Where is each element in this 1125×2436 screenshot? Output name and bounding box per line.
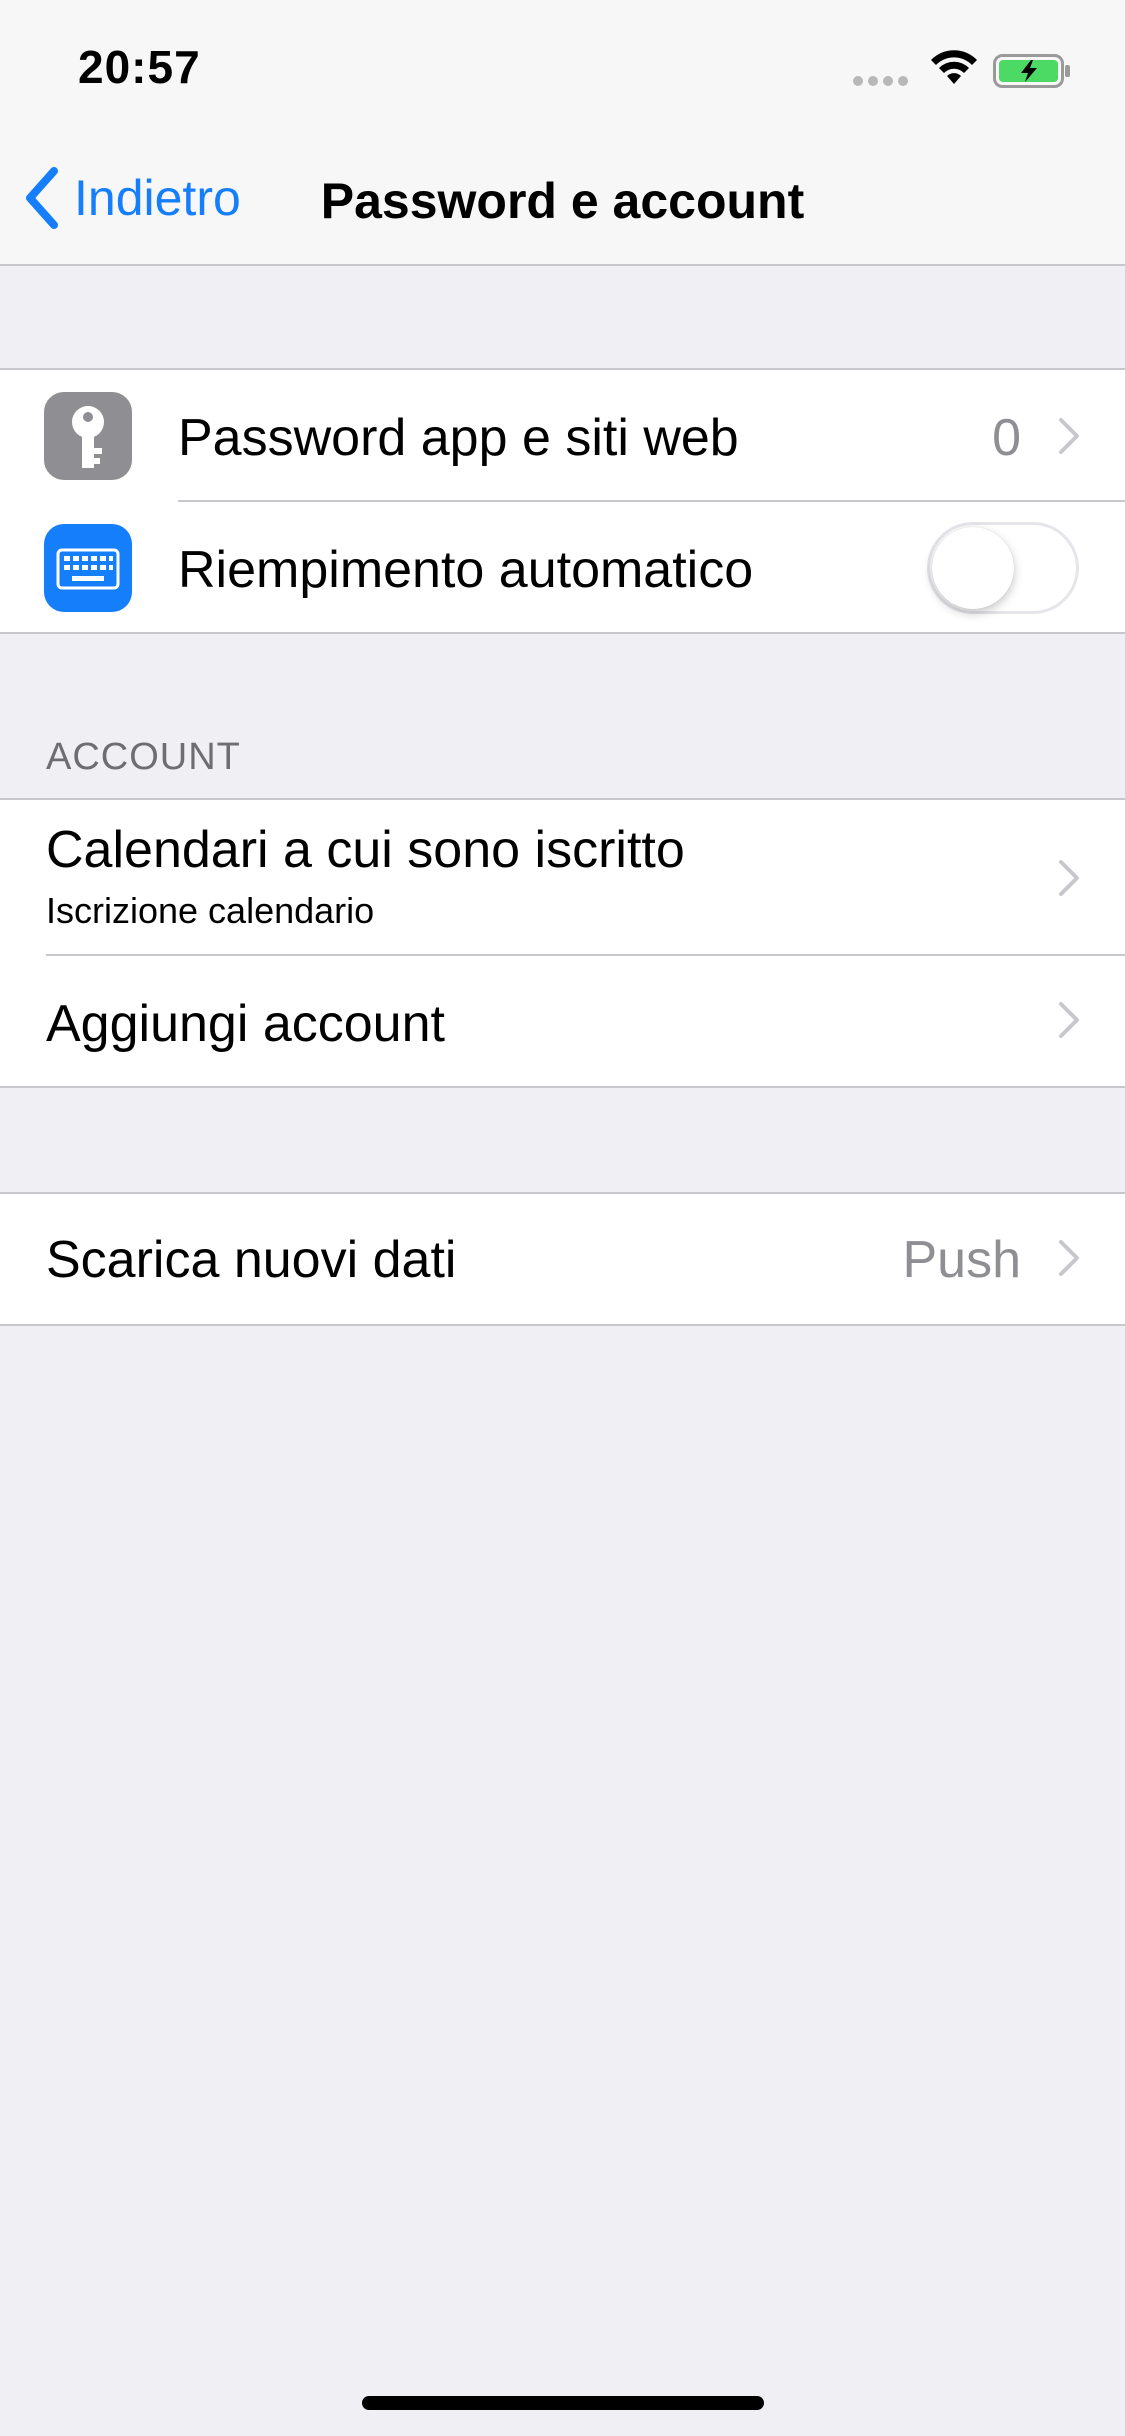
fetch-new-data-label: Scarica nuovi dati: [46, 1231, 457, 1289]
chevron-right-icon: [1059, 418, 1079, 454]
fetch-new-data-row[interactable]: Scarica nuovi dati Push: [0, 1194, 1125, 1324]
fetch-new-data-value: Push: [902, 1231, 1021, 1289]
autofill-row: Riempimento automatico: [0, 502, 1125, 632]
passwords-group: Password app e siti web 0 Riempimento au…: [0, 368, 1125, 634]
add-account-label: Aggiungi account: [46, 995, 445, 1053]
fetch-group: Scarica nuovi dati Push: [0, 1192, 1125, 1326]
passwords-count: 0: [992, 409, 1021, 467]
section-header-account: ACCOUNT: [46, 736, 241, 778]
keyboard-icon: [44, 524, 132, 612]
accounts-group: Calendari a cui sono iscritto Iscrizione…: [0, 798, 1125, 1088]
passwords-label: Password app e siti web: [178, 409, 739, 467]
page-title: Password e account: [320, 173, 805, 229]
chevron-right-icon: [1059, 1240, 1079, 1276]
status-icons: [853, 48, 1083, 88]
wifi-icon: [931, 50, 977, 84]
subscribed-calendars-row[interactable]: Calendari a cui sono iscritto Iscrizione…: [0, 800, 1125, 956]
subscribed-calendars-subtitle: Iscrizione calendario: [46, 890, 375, 931]
status-bar: 20:57: [0, 0, 1125, 130]
autofill-toggle[interactable]: [927, 522, 1079, 614]
signal-dots-icon: [853, 76, 909, 86]
add-account-row[interactable]: Aggiungi account: [0, 956, 1125, 1086]
passwords-row[interactable]: Password app e siti web 0: [0, 370, 1125, 502]
key-icon: [44, 392, 132, 480]
chevron-right-icon: [1059, 1002, 1079, 1038]
settings-screen: 20:57 Indietro Password e account Passwo…: [0, 0, 1125, 2436]
home-indicator[interactable]: [362, 2396, 764, 2410]
status-time: 20:57: [78, 41, 201, 93]
autofill-label: Riempimento automatico: [178, 541, 754, 599]
navigation-bar: Indietro Password e account: [0, 130, 1125, 266]
battery-charging-icon: [993, 54, 1070, 88]
subscribed-calendars-label: Calendari a cui sono iscritto: [46, 821, 685, 879]
chevron-right-icon: [1059, 860, 1079, 896]
toggle-knob: [932, 527, 1014, 609]
